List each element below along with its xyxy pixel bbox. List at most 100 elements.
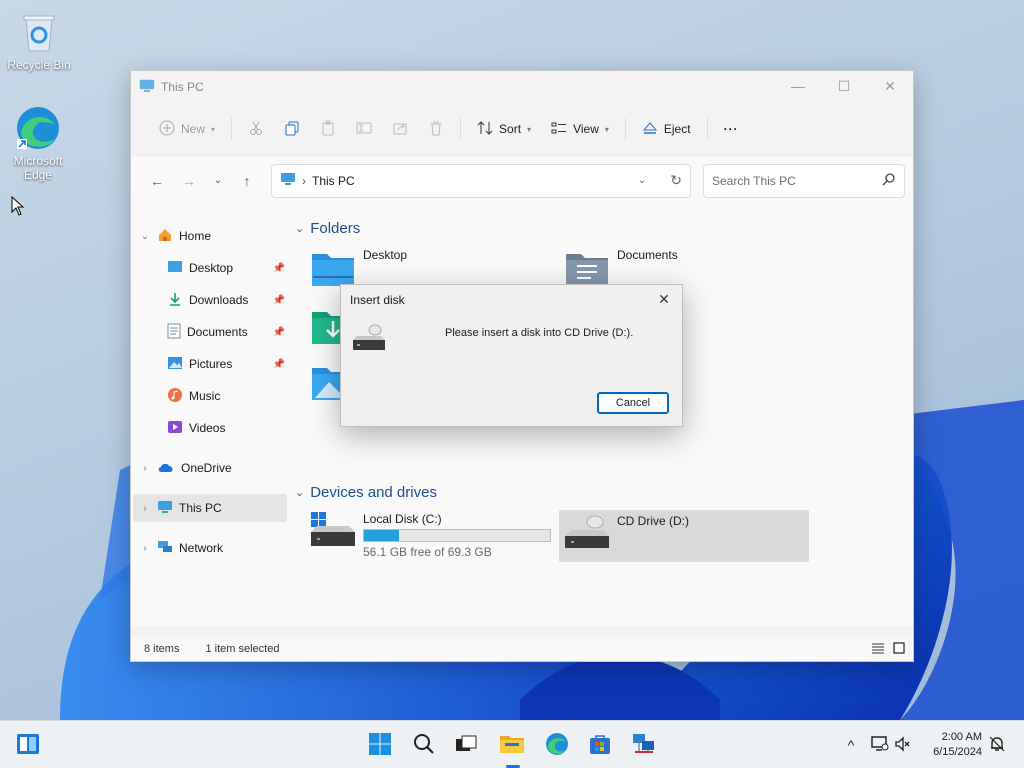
divider <box>706 118 708 140</box>
music-icon <box>167 387 183 406</box>
address-row: ← → ⌄ ↑ › This PC ⌄ ↻ Search This PC <box>131 155 913 205</box>
more-options-button[interactable]: ··· <box>714 113 749 145</box>
chevron-right-icon[interactable]: › <box>139 503 151 514</box>
chevron-down-icon[interactable]: ⌄ <box>638 175 646 186</box>
nav-item-onedrive[interactable]: › OneDrive <box>139 454 231 482</box>
more-icon: ··· <box>723 122 739 136</box>
up-button[interactable]: ↑ <box>231 166 263 196</box>
rename-button[interactable] <box>346 113 382 145</box>
details-view-icon[interactable] <box>871 642 885 657</box>
nav-item-label: Videos <box>189 421 226 435</box>
edge-taskbar-button[interactable] <box>541 729 573 761</box>
recent-locations-button[interactable]: ⌄ <box>205 166 231 196</box>
nav-item-music[interactable]: Music <box>167 382 220 410</box>
mouse-cursor-icon <box>11 195 25 219</box>
devices-group-header[interactable]: ⌄ Devices and drives <box>295 484 437 501</box>
search-button[interactable] <box>408 729 440 761</box>
cut-button[interactable] <box>238 113 274 145</box>
selection-count: 1 item selected <box>205 643 280 655</box>
item-count: 8 items <box>144 643 180 655</box>
desktop-icon-label: Microsoft Edge <box>13 154 63 182</box>
paste-button[interactable] <box>310 113 346 145</box>
drive-tile-d[interactable]: CD Drive (D:) <box>565 514 689 554</box>
close-button[interactable]: ✕ <box>867 71 913 101</box>
pin-icon: 📌 <box>272 294 285 306</box>
nav-item-pictures[interactable]: Pictures 📌 <box>167 350 285 378</box>
view-button[interactable]: View ▾ <box>541 113 619 145</box>
nav-item-label: This PC <box>179 501 222 515</box>
search-box[interactable]: Search This PC <box>703 163 905 198</box>
desktop-icon-edge[interactable]: Microsoft Edge <box>0 104 76 182</box>
chevron-right-icon[interactable]: › <box>139 543 151 554</box>
task-view-button[interactable] <box>450 729 482 761</box>
drive-info: Local Disk (C:) 56.1 GB free of 69.3 GB <box>363 512 551 559</box>
maximize-button[interactable]: ☐ <box>821 71 867 101</box>
nav-item-downloads[interactable]: Downloads 📌 <box>167 286 285 314</box>
drive-name: CD Drive (D:) <box>617 514 689 528</box>
folder-tile-desktop[interactable]: Desktop <box>311 248 407 288</box>
pin-icon: 📌 <box>272 358 285 370</box>
view-switcher <box>871 641 905 657</box>
notification-bell-icon <box>988 735 1006 756</box>
forward-button[interactable]: → <box>173 166 205 196</box>
back-button[interactable]: ← <box>141 166 173 196</box>
window-title: This PC <box>161 80 204 94</box>
sort-button[interactable]: Sort ▾ <box>467 113 541 145</box>
minimize-button[interactable]: — <box>775 71 821 101</box>
nav-item-this-pc[interactable]: › This PC <box>139 494 222 522</box>
start-button[interactable] <box>364 729 396 761</box>
chevron-right-icon[interactable]: › <box>139 463 151 474</box>
network-computers-icon <box>631 732 657 759</box>
tiles-view-icon[interactable] <box>893 641 905 657</box>
clipboard-icon <box>320 120 336 139</box>
file-explorer-taskbar-button[interactable] <box>496 729 528 761</box>
drive-usage-bar <box>363 529 551 542</box>
cd-drive-icon <box>565 514 609 554</box>
copy-button[interactable] <box>274 113 310 145</box>
folder-tile-documents[interactable]: Documents <box>565 248 678 288</box>
desktop-icon-recycle-bin[interactable]: Recycle Bin <box>1 8 77 72</box>
copy-icon <box>284 120 300 139</box>
new-label: New <box>181 122 206 136</box>
pin-icon: 📌 <box>272 262 285 274</box>
drive-tile-c[interactable]: Local Disk (C:) 56.1 GB free of 69.3 GB <box>311 512 551 559</box>
computer-icon <box>139 79 155 96</box>
system-tray: ^ <box>842 721 912 768</box>
nav-item-documents[interactable]: Documents 📌 <box>167 318 285 346</box>
address-bar[interactable]: › This PC ⌄ ↻ <box>271 163 691 198</box>
window-controls: — ☐ ✕ <box>775 71 913 101</box>
share-button[interactable] <box>382 113 418 145</box>
desktop-folder-icon <box>167 260 183 277</box>
address-path: This PC <box>312 173 355 188</box>
folders-group-header[interactable]: ⌄ Folders <box>295 220 360 237</box>
nav-item-home[interactable]: ⌄ Home <box>139 222 211 250</box>
search-input[interactable]: Search This PC <box>712 174 882 188</box>
nav-item-label: Downloads <box>189 293 249 307</box>
cloud-icon <box>157 461 175 476</box>
eject-button[interactable]: Eject <box>632 113 701 145</box>
refresh-icon[interactable]: ↻ <box>670 172 682 189</box>
delete-button[interactable] <box>418 113 454 145</box>
cancel-button[interactable]: Cancel <box>597 392 669 414</box>
nav-item-videos[interactable]: Videos <box>167 414 225 442</box>
chevron-down-icon[interactable]: ⌄ <box>139 231 151 242</box>
dialog-close-button[interactable]: ✕ <box>654 289 674 309</box>
documents-icon <box>167 323 181 342</box>
navigation-pane: ⌄ Home Desktop 📌 Downloads 📌 Documents 📌 <box>131 206 291 626</box>
new-button[interactable]: New ▾ <box>149 113 225 145</box>
plus-icon <box>159 120 175 139</box>
dialog-message: Please insert a disk into CD Drive (D:). <box>445 327 634 339</box>
view-icon <box>551 120 567 139</box>
network-app-taskbar-button[interactable] <box>628 729 660 761</box>
nav-item-network[interactable]: › Network <box>139 534 223 562</box>
volume-muted-icon[interactable] <box>894 735 912 756</box>
widgets-button[interactable] <box>12 729 44 761</box>
network-status-icon[interactable] <box>870 735 890 756</box>
clock[interactable]: 2:00 AM 6/15/2024 <box>933 730 982 760</box>
store-taskbar-button[interactable] <box>584 729 616 761</box>
edge-icon <box>545 732 569 759</box>
notification-button[interactable] <box>988 721 1006 768</box>
computer-icon <box>280 172 296 189</box>
nav-item-desktop[interactable]: Desktop 📌 <box>167 254 285 282</box>
show-hidden-icons-button[interactable]: ^ <box>842 737 860 753</box>
